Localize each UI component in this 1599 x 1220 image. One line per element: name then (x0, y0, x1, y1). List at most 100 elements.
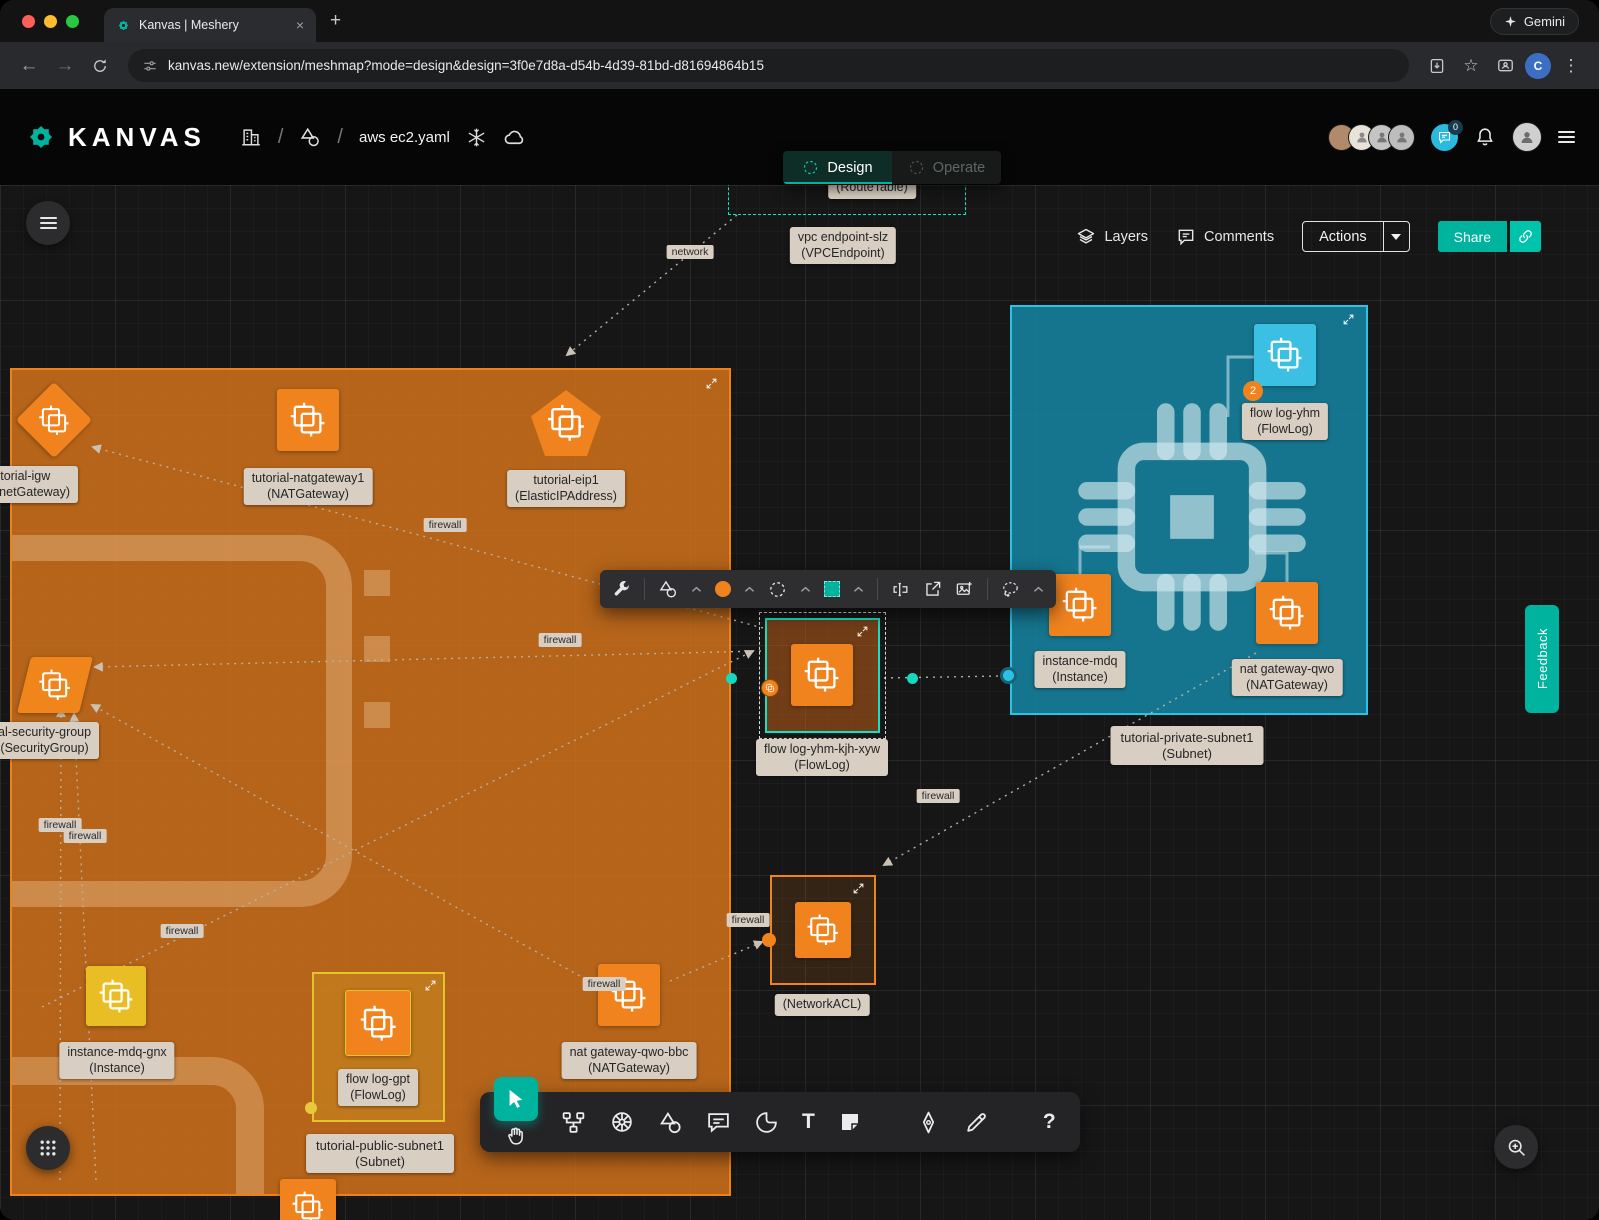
workspace-shapes-icon[interactable] (299, 126, 321, 148)
design-canvas[interactable]: (RouteTable) vpc endpoint-slz (VPCEndpoi… (0, 185, 1599, 1220)
flowlog-gpt-anchor-handle[interactable] (305, 1102, 317, 1114)
shapes-tool-icon[interactable] (658, 1110, 683, 1135)
back-button[interactable]: ← (14, 55, 44, 77)
layers-button[interactable]: Layers (1076, 227, 1148, 247)
node-natgateway-qwo-bbc[interactable] (598, 964, 660, 1026)
selected-node-resize-icon[interactable] (856, 625, 869, 638)
bookmark-star-icon[interactable]: ☆ (1457, 56, 1485, 76)
dashed-circle-tool-icon[interactable] (768, 580, 787, 599)
edge-label-firewall[interactable]: firewall (64, 829, 107, 843)
node-label-instance-mdq-gnx[interactable]: instance-mdq-gnx (Instance) (59, 1042, 174, 1079)
node-shapes-icon[interactable] (658, 579, 678, 599)
node-label-instance-mdq[interactable]: instance-mdq (Instance) (1034, 651, 1125, 688)
node-label-flowlog-selected[interactable]: flow log-yhm-kjh-xyw (FlowLog) (756, 739, 888, 776)
edge-label-firewall[interactable]: firewall (161, 924, 204, 938)
sticker-tool-icon[interactable] (754, 1110, 779, 1135)
design-file-name[interactable]: aws ec2.yaml (359, 129, 450, 146)
node-label-security-group[interactable]: al-security-group (SecurityGroup) (0, 722, 99, 759)
maximize-window-button[interactable] (66, 15, 79, 28)
chat-button[interactable]: 0 (1431, 124, 1458, 151)
copy-link-button[interactable] (1510, 221, 1541, 252)
edge-label-firewall[interactable]: firewall (727, 913, 770, 927)
node-flowlog-yhm[interactable] (1254, 324, 1316, 386)
lasso-icon[interactable] (1001, 580, 1020, 599)
marker-tool-icon[interactable] (964, 1110, 989, 1135)
collaborator-avatar[interactable] (1388, 124, 1415, 151)
node-label-eip1[interactable]: tutorial-eip1 (ElasticIPAddress) (507, 470, 625, 507)
flowlog-gpt-resize-icon[interactable] (424, 979, 437, 992)
edge-label-firewall[interactable]: firewall (917, 789, 960, 803)
shape-fill-swatch[interactable] (824, 581, 840, 597)
pan-hand-icon[interactable] (505, 1125, 527, 1147)
text-tool-icon[interactable]: T (802, 1110, 815, 1134)
chevron-up-icon[interactable] (800, 586, 811, 593)
actions-dropdown-caret[interactable] (1383, 222, 1409, 251)
node-label-natgateway1[interactable]: tutorial-natgateway1 (NATGateway) (244, 468, 373, 505)
save-page-icon[interactable] (1423, 57, 1451, 75)
node-label-public-subnet[interactable]: tutorial-public-subnet1 (Subnet) (306, 1134, 454, 1173)
node-partial-bottom[interactable] (280, 1179, 336, 1220)
collaborator-avatars[interactable] (1335, 124, 1415, 151)
close-tab-icon[interactable]: × (296, 17, 304, 33)
node-color-swatch[interactable] (715, 581, 731, 597)
share-button[interactable]: Share (1438, 221, 1507, 252)
node-networkacl[interactable] (795, 902, 851, 958)
node-label-flowlog-yhm[interactable]: flow log-yhm (FlowLog) (1242, 403, 1328, 440)
node-label-routetable[interactable]: (RouteTable) (828, 185, 916, 199)
gemini-badge[interactable]: Gemini (1490, 8, 1579, 35)
refresh-button[interactable] (86, 57, 114, 75)
edge-label-firewall[interactable]: firewall (583, 977, 626, 991)
networkacl-anchor-handle[interactable] (762, 933, 776, 947)
forward-button[interactable]: → (50, 55, 80, 77)
url-input[interactable]: kanvas.new/extension/meshmap?mode=design… (128, 49, 1409, 82)
kubernetes-tool-icon[interactable] (609, 1109, 635, 1135)
networkacl-resize-icon[interactable] (852, 882, 865, 895)
feedback-tab[interactable]: Feedback (1525, 605, 1559, 713)
chevron-up-icon[interactable] (853, 586, 864, 593)
node-label-igw[interactable]: tutorial-igw (InternetGateway) (0, 466, 78, 503)
browser-profile-avatar[interactable]: C (1525, 53, 1551, 79)
apps-grid-button[interactable] (26, 1126, 70, 1170)
edge-label-network[interactable]: network (667, 245, 714, 259)
rename-icon[interactable] (891, 580, 910, 599)
app-menu-icon[interactable] (1558, 128, 1575, 146)
open-in-new-icon[interactable] (923, 580, 942, 599)
edge-label-firewall[interactable]: firewall (424, 518, 467, 532)
subnet-edge-anchor-handle[interactable] (1000, 667, 1017, 684)
node-instance-mdq[interactable] (1049, 574, 1111, 636)
new-tab-button[interactable]: + (330, 10, 341, 32)
node-label-natgateway-qwo-bbc[interactable]: nat gateway-qwo-bbc (NATGateway) (562, 1042, 697, 1079)
organization-icon[interactable] (240, 126, 262, 148)
edge-label-firewall[interactable]: firewall (539, 633, 582, 647)
node-natgateway-qwo[interactable] (1256, 582, 1318, 644)
help-icon[interactable]: ? (1043, 1110, 1056, 1134)
configure-wrench-icon[interactable] (612, 580, 631, 599)
browser-menu-icon[interactable]: ⋮ (1557, 56, 1585, 76)
actions-button[interactable]: Actions (1302, 221, 1410, 252)
tab-design[interactable]: Design (783, 151, 892, 184)
chevron-up-icon[interactable] (744, 586, 755, 593)
node-label-private-subnet[interactable]: tutorial-private-subnet1 (Subnet) (1111, 726, 1264, 765)
pen-tool-icon[interactable] (916, 1110, 941, 1135)
bell-icon[interactable] (1474, 126, 1496, 148)
tab-operate[interactable]: Operate (892, 151, 1001, 184)
selected-node-handle-right[interactable] (907, 673, 918, 684)
node-label-flowlog-gpt[interactable]: flow log-gpt (FlowLog) (338, 1069, 418, 1106)
chevron-up-icon[interactable] (1033, 586, 1044, 593)
node-label-natgateway-qwo[interactable]: nat gateway-qwo (NATGateway) (1232, 659, 1343, 696)
kanvas-logo[interactable]: KANVAS (24, 120, 206, 154)
note-tool-icon[interactable] (838, 1110, 862, 1134)
selected-node-anchor-handle[interactable] (761, 679, 779, 697)
add-image-icon[interactable] (955, 580, 974, 599)
minimize-window-button[interactable] (44, 15, 57, 28)
select-tool-button[interactable] (494, 1077, 538, 1121)
close-window-button[interactable] (22, 15, 35, 28)
comment-tool-icon[interactable] (706, 1110, 731, 1135)
node-label-vpcendpoint[interactable]: vpc endpoint-slz (VPCEndpoint) (790, 227, 896, 264)
browser-tab[interactable]: Kanvas | Meshery × (104, 8, 316, 42)
canvas-menu-button[interactable] (26, 201, 70, 245)
subnet-public-resize-icon[interactable] (705, 377, 718, 390)
node-label-networkacl[interactable]: (NetworkACL) (775, 994, 870, 1016)
subnet-private-resize-icon[interactable] (1342, 313, 1355, 326)
node-flowlog-gpt[interactable] (345, 990, 411, 1056)
